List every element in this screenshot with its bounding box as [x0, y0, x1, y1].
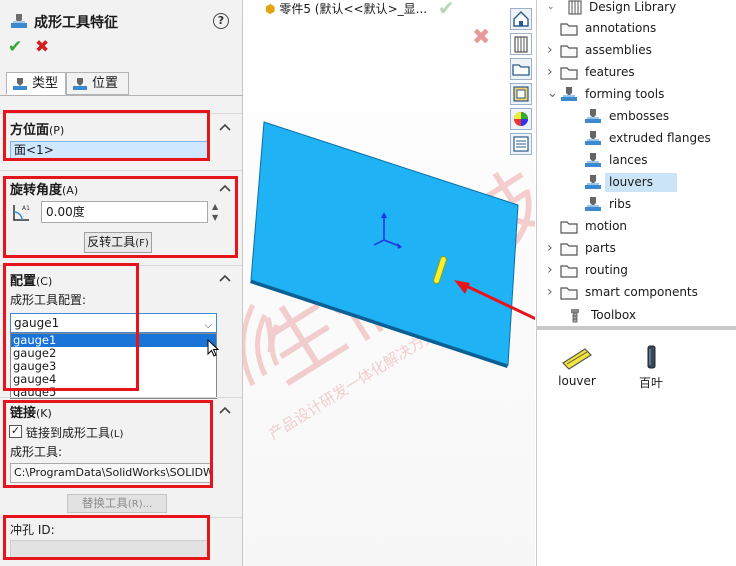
replace-tool-hotkey: (R)...	[127, 499, 153, 510]
highlight-rotation	[3, 176, 238, 258]
highlight-orientation	[3, 110, 210, 161]
tab-divider	[0, 95, 243, 96]
folder-icon	[560, 45, 578, 58]
part-icon: ⬢	[265, 2, 276, 16]
view-palette-icon[interactable]	[510, 83, 532, 105]
ok-button[interactable]: ✔	[8, 37, 22, 57]
folder-icon	[560, 287, 578, 300]
folder-icon	[560, 243, 578, 256]
palette-louver-label: louver	[558, 374, 596, 388]
graphics-area[interactable]: 生信科技 产品设计研发一体化解决方案 ⬢ 零件5 (默认<<默认>_显... ✖…	[243, 0, 535, 566]
chevron-right-icon[interactable]: ›	[547, 238, 553, 258]
louver-tool-icon	[562, 348, 592, 370]
panel-title: 成形工具特征	[34, 15, 118, 31]
forming-tool-folder-icon	[585, 175, 601, 189]
tree-item-extruded-flanges[interactable]: extruded flanges	[537, 128, 735, 148]
tree-item-forming-tools[interactable]: ⌄ forming tools	[537, 84, 735, 104]
tab-type[interactable]: 类型	[6, 72, 66, 95]
tree-item-annotations[interactable]: annotations	[537, 18, 735, 38]
tree-item-features[interactable]: › features	[537, 62, 735, 82]
collapse-chevron-icon[interactable]	[219, 273, 231, 283]
highlight-config	[3, 263, 139, 391]
tree-item-assemblies[interactable]: › assemblies	[537, 40, 735, 60]
chevron-right-icon[interactable]: ›	[547, 62, 553, 82]
form-tool-feature-icon	[9, 11, 29, 34]
tree-item-label: extruded flanges	[609, 131, 711, 145]
forming-tool-folder-icon	[585, 197, 601, 211]
appearances-icon[interactable]	[510, 108, 532, 130]
breadcrumb-part: 零件5	[279, 2, 311, 16]
folder-icon	[560, 67, 578, 80]
tree-item-label: louvers	[609, 175, 653, 189]
tree-item-label: embosses	[609, 109, 670, 123]
cancel-button[interactable]: ✖	[35, 37, 49, 57]
collapse-chevron-icon[interactable]	[219, 122, 231, 132]
model-view: 生信科技 产品设计研发一体化解决方案	[243, 121, 535, 443]
breadcrumb[interactable]: ⬢ 零件5 (默认<<默认>_显...	[265, 0, 427, 17]
form-tool-icon	[73, 78, 87, 90]
palette-bai-ye-label: 百叶	[638, 376, 663, 390]
tree-item-label: ribs	[609, 197, 632, 211]
tree-item-label: routing	[585, 263, 628, 277]
tree-item-motion[interactable]: motion	[537, 216, 735, 236]
tree-item-label: motion	[585, 219, 628, 233]
forming-tool-folder-icon	[585, 153, 601, 167]
tree-item-label: smart components	[585, 285, 698, 299]
tree-item-label: features	[585, 65, 635, 79]
tree-item-parts[interactable]: › parts	[537, 238, 735, 258]
forming-tool-folder-icon	[585, 109, 601, 123]
task-pane-tabs	[510, 8, 534, 155]
tree-item-lances[interactable]: lances	[537, 150, 735, 170]
design-library-icon	[568, 0, 582, 15]
tab-type-label: 类型	[32, 76, 59, 91]
tree-item-label: assemblies	[585, 43, 652, 57]
chevron-right-icon[interactable]: ›	[547, 282, 553, 302]
tree-item-label: annotations	[585, 21, 657, 35]
collapse-chevron-icon[interactable]	[219, 405, 231, 415]
highlight-punch-id	[3, 515, 210, 560]
help-icon[interactable]: ?	[213, 13, 229, 29]
section-divider	[0, 397, 242, 398]
library-splitter[interactable]	[536, 326, 736, 330]
tree-item-ribs[interactable]: ribs	[537, 194, 735, 214]
palette-item-louver[interactable]: louver	[556, 343, 598, 395]
folder-icon	[560, 23, 578, 36]
tree-item-label: lances	[609, 153, 648, 167]
palette-item-bai-ye[interactable]: 百叶	[634, 343, 668, 395]
tree-item-label: forming tools	[585, 87, 665, 101]
breadcrumb-config: (默认<<默认>_显...	[314, 2, 428, 16]
confirm-ok-icon[interactable]: ✔	[438, 0, 455, 20]
custom-properties-icon[interactable]	[510, 133, 532, 155]
home-icon[interactable]	[510, 8, 532, 30]
mouse-cursor-icon	[207, 339, 220, 357]
forming-tool-folder-icon	[561, 87, 577, 101]
design-library-panel: ⌄ Design Library annotations › assemblies ›…	[536, 0, 736, 566]
toolbox-label: Toolbox	[591, 308, 636, 322]
confirm-cancel-icon[interactable]: ✖	[472, 25, 490, 50]
forming-tool-folder-icon	[585, 131, 601, 145]
section-divider	[0, 170, 242, 171]
tree-root-label: Design Library	[589, 0, 677, 14]
tree-item-embosses[interactable]: embosses	[537, 106, 735, 126]
chevron-right-icon[interactable]: ›	[547, 40, 553, 60]
tab-position-label: 位置	[92, 76, 119, 91]
tree-item-louvers[interactable]: louvers	[537, 172, 735, 192]
tree-item-routing[interactable]: › routing	[537, 260, 735, 280]
form-tool-icon	[13, 78, 27, 90]
highlight-link	[3, 400, 213, 488]
tree-item-smart-components[interactable]: › smart components	[537, 282, 735, 302]
folder-icon	[560, 221, 578, 234]
design-library-icon[interactable]	[510, 33, 532, 55]
replace-tool-label: 替换工具	[81, 496, 128, 510]
tab-position[interactable]: 位置	[66, 72, 129, 95]
tree-item-label: parts	[585, 241, 616, 255]
toolbox-icon	[571, 309, 579, 323]
chevron-right-icon[interactable]: ›	[547, 260, 553, 280]
bai-ye-tool-icon	[647, 345, 656, 369]
file-explorer-icon[interactable]	[510, 58, 532, 80]
chevron-down-icon[interactable]: ⌄	[547, 0, 555, 17]
folder-icon	[560, 265, 578, 278]
chevron-down-icon[interactable]: ⌄	[547, 84, 558, 104]
replace-tool-button[interactable]: 替换工具(R)...	[67, 494, 167, 513]
